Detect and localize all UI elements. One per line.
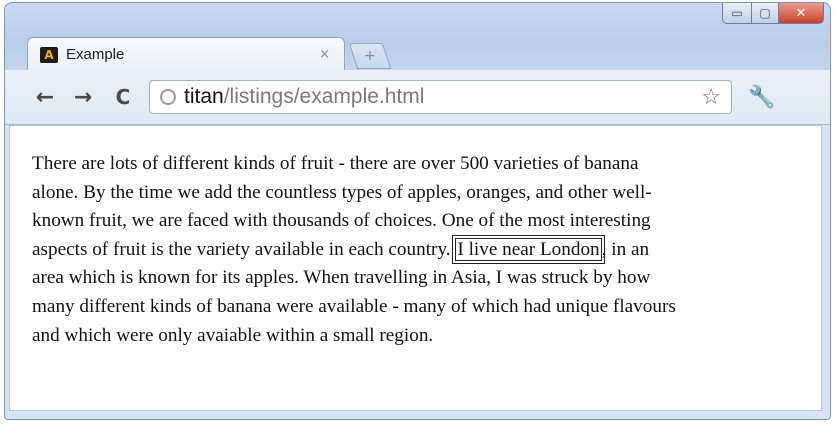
minimize-button[interactable]: ▭	[722, 3, 752, 24]
toolbar: ← → C titan/listings/example.html ☆ 🔧	[5, 70, 830, 125]
tab-title: Example	[66, 46, 125, 63]
reload-button[interactable]: C	[107, 85, 139, 109]
url-path: /listings/example.html	[223, 85, 425, 108]
close-window-button[interactable]: ✕	[779, 3, 824, 24]
bookmark-star-icon[interactable]: ☆	[701, 85, 721, 110]
address-bar[interactable]: titan/listings/example.html ☆	[149, 80, 732, 114]
url-text[interactable]: titan/listings/example.html	[184, 85, 424, 109]
forward-button[interactable]: →	[67, 85, 99, 110]
body-paragraph: There are lots of different kinds of fru…	[10, 126, 821, 350]
highlighted-phrase: I live near London	[452, 234, 605, 264]
tab-example[interactable]: A Example ×	[27, 37, 345, 71]
maximize-button[interactable]: ▢	[752, 3, 779, 24]
favicon-icon: A	[40, 46, 58, 63]
tab-close-icon[interactable]: ×	[319, 47, 330, 62]
page-info-icon[interactable]	[160, 89, 176, 105]
browser-window: ▭ ▢ ✕ A Example × + ← → C titan/listings…	[4, 2, 831, 420]
back-button[interactable]: ←	[29, 85, 61, 110]
plus-icon: +	[364, 48, 376, 64]
url-host: titan	[184, 85, 224, 108]
page-content: There are lots of different kinds of fru…	[9, 125, 822, 411]
wrench-menu-icon[interactable]: 🔧	[748, 85, 775, 110]
window-controls: ▭ ▢ ✕	[722, 3, 824, 25]
favicon-letter: A	[44, 47, 54, 62]
new-tab-button[interactable]: +	[348, 43, 392, 69]
